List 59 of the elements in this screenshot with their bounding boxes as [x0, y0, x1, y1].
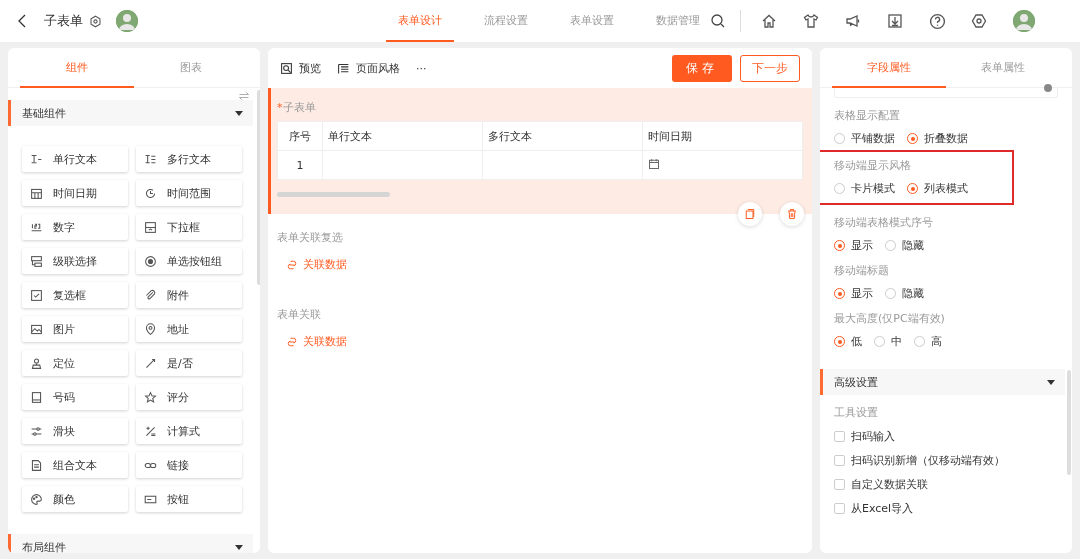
checkbox-option[interactable]: 从Excel导入: [834, 501, 1058, 516]
more-button[interactable]: ···: [416, 61, 427, 75]
component-item[interactable]: 数字: [22, 214, 128, 240]
subform-field[interactable]: *子表单 序号 单行文本 多行文本 时间日期 1: [268, 88, 812, 214]
component-item[interactable]: 评分: [136, 384, 242, 410]
radio-option[interactable]: 低: [834, 334, 862, 349]
component-item[interactable]: 颜色: [22, 486, 128, 512]
component-item[interactable]: 复选框: [22, 282, 128, 308]
checkbox-option[interactable]: 扫码输入: [834, 429, 1058, 444]
field-label: 表单关联: [277, 307, 322, 322]
component-item[interactable]: 链接: [136, 452, 242, 478]
radio-option[interactable]: 隐藏: [885, 286, 924, 301]
radio-option[interactable]: 折叠数据: [907, 131, 968, 146]
preview-button[interactable]: 预览: [280, 60, 321, 76]
component-item[interactable]: 计算式: [136, 418, 242, 444]
component-item[interactable]: 时间范围: [136, 180, 242, 206]
field-label: 表单关联复选: [277, 230, 344, 245]
checkbox-option[interactable]: 扫码识别新增（仅移动端有效）: [834, 453, 1058, 468]
component-item[interactable]: 号码: [22, 384, 128, 410]
radio-option[interactable]: 高: [914, 334, 942, 349]
component-item[interactable]: 单行文本: [22, 146, 128, 172]
radio-option[interactable]: 显示: [834, 286, 873, 301]
setting-label: 最大高度(仅PC端有效): [834, 311, 946, 326]
setting-label: 工具设置: [834, 405, 879, 420]
radio-option[interactable]: 列表模式: [907, 181, 968, 196]
radio-option[interactable]: 平铺数据: [834, 131, 895, 146]
column-header: 序号: [277, 121, 323, 151]
setting-label: 移动端表格模式序号: [834, 215, 934, 230]
column-header: 时间日期: [642, 121, 803, 151]
section-header[interactable]: 布局组件: [8, 534, 253, 553]
component-item[interactable]: 组合文本: [22, 452, 128, 478]
table-cell: 1: [277, 150, 323, 180]
component-item[interactable]: 级联选择: [22, 248, 128, 274]
component-item[interactable]: 图片: [22, 316, 128, 342]
component-item[interactable]: 单选按钮组: [136, 248, 242, 274]
column-header: 单行文本: [322, 121, 483, 151]
component-item[interactable]: 附件: [136, 282, 242, 308]
component-item[interactable]: 时间日期: [22, 180, 128, 206]
radio-option[interactable]: 隐藏: [885, 238, 924, 253]
setting-label: 移动端显示风格: [834, 158, 912, 173]
radio-option[interactable]: 显示: [834, 238, 873, 253]
section-header[interactable]: 高级设置: [820, 369, 1065, 395]
radio-option[interactable]: 中: [874, 334, 902, 349]
checkbox-option[interactable]: 自定义数据关联: [834, 477, 1058, 492]
component-item[interactable]: 滑块: [22, 418, 128, 444]
component-item[interactable]: 下拉框: [136, 214, 242, 240]
component-item[interactable]: 按钮: [136, 486, 242, 512]
component-item[interactable]: 地址: [136, 316, 242, 342]
setting-label: 移动端标题: [834, 263, 890, 278]
form-title: 子表单: [44, 12, 83, 30]
component-item[interactable]: 是/否: [136, 350, 242, 376]
column-header: 多行文本: [482, 121, 643, 151]
radio-option[interactable]: 卡片模式: [834, 181, 895, 196]
section-header[interactable]: 基础组件: [8, 100, 253, 126]
component-item[interactable]: 定位: [22, 350, 128, 376]
page-style-button[interactable]: 页面风格: [337, 60, 400, 76]
component-item[interactable]: 多行文本: [136, 146, 242, 172]
setting-label: 表格显示配置: [834, 108, 901, 123]
field-label: *子表单: [277, 100, 317, 115]
